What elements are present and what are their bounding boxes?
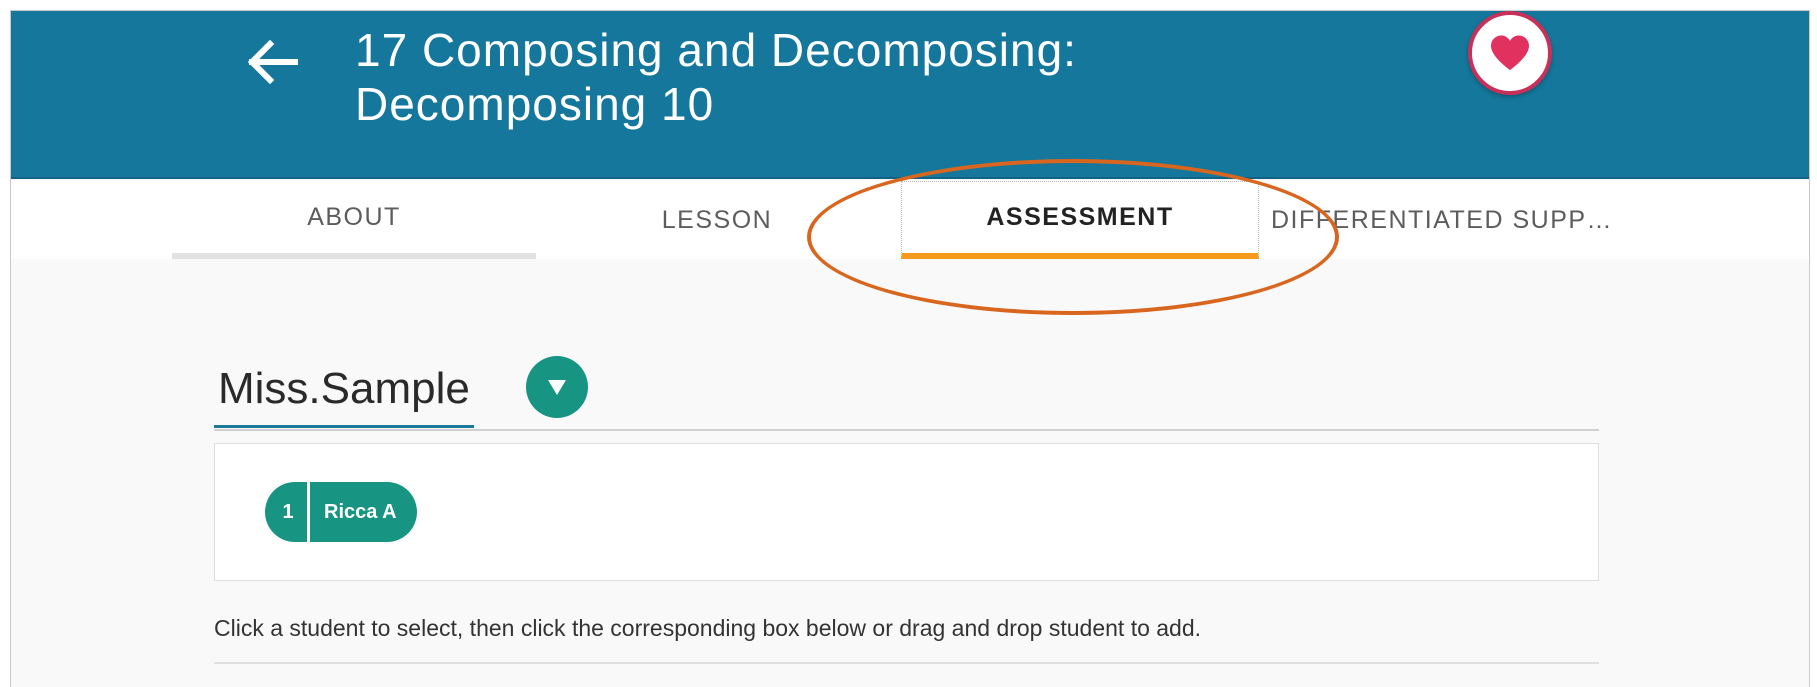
class-name[interactable]: Miss.Sample bbox=[214, 351, 474, 428]
class-selector-row: Miss.Sample bbox=[214, 351, 1599, 431]
heart-icon bbox=[1491, 35, 1529, 70]
divider bbox=[214, 662, 1599, 664]
tab-lesson[interactable]: LESSON bbox=[536, 181, 898, 259]
instructions-text: Click a student to select, then click th… bbox=[214, 615, 1202, 641]
favorite-button[interactable] bbox=[1468, 11, 1552, 95]
student-name: Ricca A bbox=[324, 500, 397, 523]
triangle-down-icon bbox=[548, 380, 566, 395]
tab-differentiated-support[interactable]: DIFFERENTIATED SUPP… bbox=[1259, 181, 1619, 259]
back-button[interactable] bbox=[239, 29, 305, 95]
arrow-left-icon bbox=[247, 40, 298, 84]
tab-bar: ABOUT LESSON ASSESSMENT DIFFERENTIATED S… bbox=[11, 181, 1809, 259]
student-chip[interactable]: 1 Ricca A bbox=[265, 482, 417, 542]
student-list-box: 1 Ricca A bbox=[214, 443, 1599, 581]
page-title: 17 Composing and Decomposing: Decomposin… bbox=[355, 24, 1077, 130]
tab-assessment[interactable]: ASSESSMENT bbox=[901, 181, 1259, 259]
student-number: 1 bbox=[265, 482, 310, 542]
tab-about[interactable]: ABOUT bbox=[172, 181, 536, 259]
header-bar: 17 Composing and Decomposing: Decomposin… bbox=[11, 11, 1809, 179]
class-dropdown-button[interactable] bbox=[526, 356, 588, 418]
app-window: 17 Composing and Decomposing: Decomposin… bbox=[10, 10, 1810, 687]
